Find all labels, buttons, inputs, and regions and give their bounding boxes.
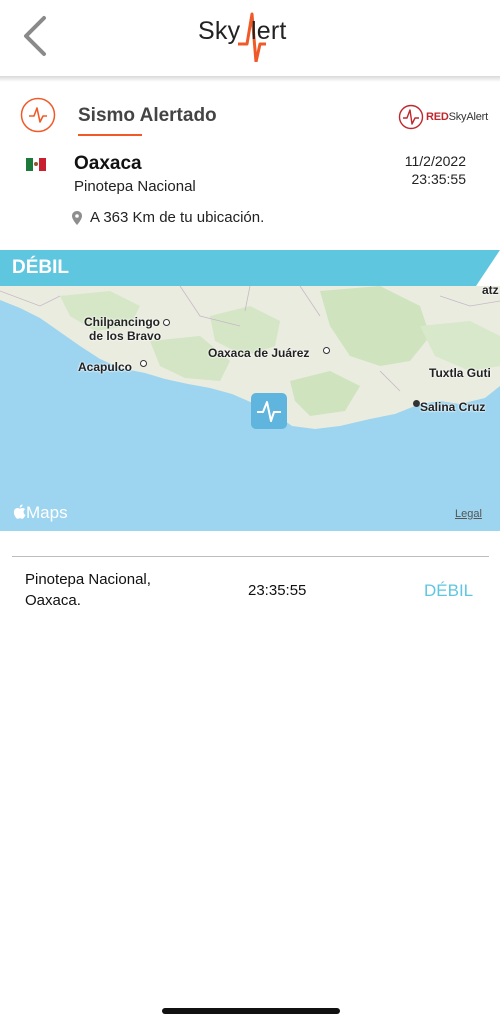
detail-location-line1: Pinotepa Nacional, xyxy=(25,571,151,588)
pulse-icon xyxy=(257,401,281,422)
event-state: Oaxaca xyxy=(74,153,142,174)
map-label-chilpancingo-2: de los Bravo xyxy=(89,329,162,343)
map-label-edge: atz xyxy=(482,286,499,297)
chevron-left-icon xyxy=(24,16,46,56)
alert-pulse-icon xyxy=(20,97,56,133)
logo-text-right: lert xyxy=(251,17,287,45)
map-dot-salina-cruz xyxy=(413,400,420,407)
earthquake-marker[interactable] xyxy=(251,393,287,429)
maps-brand-text: Maps xyxy=(26,503,68,522)
alert-title: Sismo Alertado xyxy=(78,105,217,126)
map-view[interactable]: Chilpancingo de los Bravo Acapulco Oaxac… xyxy=(0,286,500,531)
title-underline xyxy=(78,134,142,136)
back-button[interactable] xyxy=(18,14,58,58)
event-date: 11/2/2022 xyxy=(404,153,466,169)
map-label-chilpancingo: Chilpancingo xyxy=(84,315,160,329)
header-shadow xyxy=(0,76,500,82)
legal-link[interactable]: Legal xyxy=(455,508,482,520)
map-label-oaxaca: Oaxaca de Juárez xyxy=(208,346,310,360)
app-header: Sky lert xyxy=(0,0,500,78)
event-time: 23:35:55 xyxy=(411,171,467,187)
logo-text-left: Sky xyxy=(198,17,241,45)
map-label-salina-cruz: Salina Cruz xyxy=(420,400,486,414)
red-logo-icon xyxy=(398,104,424,130)
detail-time: 23:35:55 xyxy=(248,582,307,599)
map-dot-oaxaca xyxy=(323,347,330,354)
apple-maps-brand: Maps xyxy=(13,503,68,523)
event-distance: A 363 Km de tu ubicación. xyxy=(90,209,265,226)
detail-location-line2: Oaxaca. xyxy=(25,592,81,609)
map-dot-acapulco xyxy=(140,360,147,367)
event-city: Pinotepa Nacional xyxy=(74,178,196,195)
skyalert-logo: Sky lert xyxy=(198,6,302,64)
map-dot-chilpancingo xyxy=(163,319,170,326)
intensity-banner xyxy=(0,250,500,286)
divider xyxy=(12,556,489,557)
mexico-flag-icon xyxy=(26,158,47,171)
red-skyalert-logo: REDSkyAlert xyxy=(398,104,490,130)
red-logo-rest-text: SkyAlert xyxy=(448,111,489,123)
location-pin-icon xyxy=(72,211,82,225)
map-label-tuxtla: Tuxtla Guti xyxy=(429,366,491,380)
apple-logo-icon xyxy=(13,504,26,519)
detail-level: DÉBIL xyxy=(424,581,474,600)
red-logo-red-text: RED xyxy=(426,111,449,123)
home-indicator[interactable] xyxy=(162,1008,340,1014)
map-label-acapulco: Acapulco xyxy=(78,360,133,374)
intensity-label: DÉBIL xyxy=(12,257,69,278)
